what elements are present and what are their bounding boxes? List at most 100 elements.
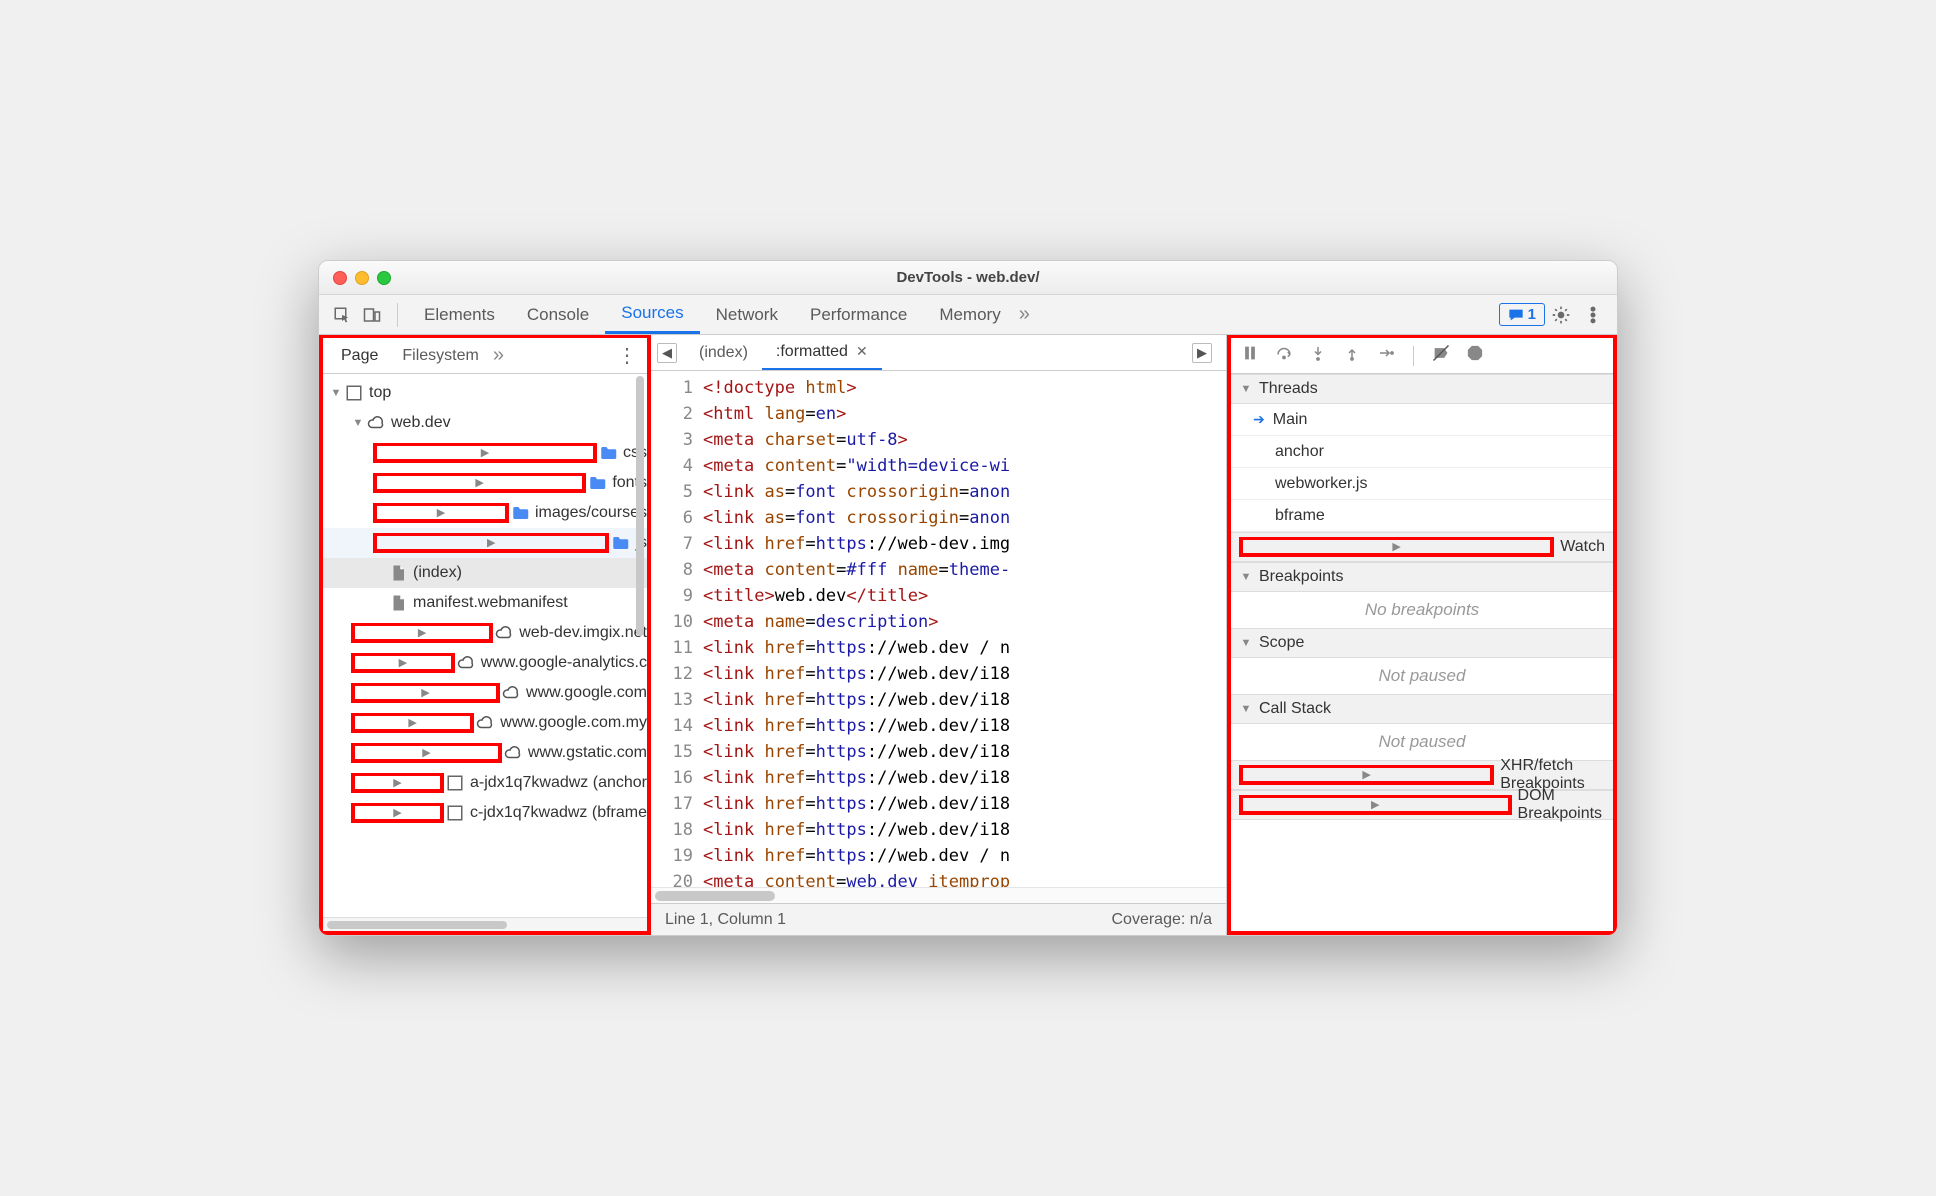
expand-arrow-icon[interactable] <box>1239 795 1512 815</box>
tab-sources[interactable]: Sources <box>605 295 699 334</box>
tree-label: web.dev <box>391 414 451 432</box>
expand-arrow-icon[interactable] <box>1239 537 1554 557</box>
navigator-menu-icon[interactable]: ⋮ <box>613 343 641 368</box>
tree-node[interactable]: www.google.com <box>323 678 647 708</box>
navigator-tab-page[interactable]: Page <box>329 338 390 373</box>
expand-arrow-icon[interactable] <box>1239 383 1253 395</box>
pause-on-exceptions-icon[interactable] <box>1466 344 1484 367</box>
expand-arrow-icon[interactable] <box>351 653 455 673</box>
settings-icon[interactable] <box>1551 305 1571 325</box>
tree-node[interactable]: top <box>323 378 647 408</box>
tree-node[interactable]: c-jdx1q7kwadwz (bframe <box>323 798 647 828</box>
step-icon[interactable] <box>1377 344 1395 367</box>
expand-arrow-icon[interactable] <box>329 387 343 399</box>
editor-horizontal-scrollbar[interactable] <box>651 887 1226 903</box>
tree-node[interactable]: manifest.webmanifest <box>323 588 647 618</box>
expand-arrow-icon[interactable] <box>351 713 474 733</box>
expand-arrow-icon[interactable] <box>373 443 597 463</box>
scrollbar-thumb[interactable] <box>327 921 507 929</box>
expand-arrow-icon[interactable] <box>351 773 444 793</box>
vertical-scrollbar[interactable] <box>633 374 647 917</box>
tree-label: web-dev.imgix.net <box>519 624 647 642</box>
tree-node[interactable]: web.dev <box>323 408 647 438</box>
tab-console[interactable]: Console <box>511 295 605 334</box>
section-header-scope[interactable]: Scope <box>1231 628 1613 658</box>
section-header-xhr-fetch-breakpoints[interactable]: XHR/fetch Breakpoints <box>1231 760 1613 790</box>
scrollbar-thumb[interactable] <box>636 376 644 636</box>
expand-arrow-icon[interactable] <box>351 623 493 643</box>
frame-icon <box>446 804 464 822</box>
issues-badge[interactable]: 1 <box>1499 303 1545 326</box>
navigator-tab-filesystem[interactable]: Filesystem <box>390 338 490 373</box>
device-toolbar-icon[interactable] <box>363 306 381 324</box>
section-title: Breakpoints <box>1259 568 1344 586</box>
step-over-icon[interactable] <box>1275 344 1293 367</box>
more-tabs-button[interactable]: » <box>1019 303 1030 326</box>
next-tab-icon[interactable]: ▶ <box>1193 344 1211 362</box>
main-menu-icon[interactable] <box>1583 305 1603 325</box>
main-tabbar: ElementsConsoleSourcesNetworkPerformance… <box>319 295 1617 335</box>
tree-label: images/courses <box>535 504 647 522</box>
tree-node[interactable]: a-jdx1q7kwadwz (anchor <box>323 768 647 798</box>
expand-arrow-icon[interactable] <box>373 503 509 523</box>
expand-arrow-icon[interactable] <box>1239 703 1253 715</box>
expand-arrow-icon[interactable] <box>351 743 502 763</box>
zoom-window-button[interactable] <box>377 271 391 285</box>
tree-node[interactable]: css <box>323 438 647 468</box>
pause-icon[interactable] <box>1241 344 1259 367</box>
section-header-threads[interactable]: Threads <box>1231 374 1613 404</box>
tree-node[interactable]: js <box>323 528 647 558</box>
file-tree[interactable]: top web.dev cssfonts images/courses js(index… <box>323 374 647 917</box>
expand-arrow-icon[interactable] <box>351 683 500 703</box>
tree-node[interactable]: web-dev.imgix.net <box>323 618 647 648</box>
thread-label: webworker.js <box>1275 475 1367 493</box>
deactivate-breakpoints-icon[interactable] <box>1432 344 1450 367</box>
expand-arrow-icon[interactable] <box>351 417 365 429</box>
thread-item[interactable]: anchor <box>1231 436 1613 468</box>
tree-node[interactable]: www.google-analytics.c <box>323 648 647 678</box>
tab-memory[interactable]: Memory <box>923 295 1016 334</box>
tree-label: www.google.com.my <box>500 714 647 732</box>
expand-arrow-icon[interactable] <box>351 803 444 823</box>
scrollbar-thumb[interactable] <box>655 891 775 901</box>
section-header-watch[interactable]: Watch <box>1231 532 1613 562</box>
tab-elements[interactable]: Elements <box>408 295 511 334</box>
expand-arrow-icon[interactable] <box>373 533 609 553</box>
tab-performance[interactable]: Performance <box>794 295 923 334</box>
thread-item[interactable]: webworker.js <box>1231 468 1613 500</box>
navigator-more-tabs[interactable]: » <box>493 344 504 367</box>
expand-arrow-icon[interactable] <box>1239 637 1253 649</box>
thread-item[interactable]: ➔Main <box>1231 404 1613 436</box>
expand-arrow-icon[interactable] <box>1239 765 1494 785</box>
tree-label: manifest.webmanifest <box>413 594 568 612</box>
horizontal-scrollbar[interactable] <box>323 917 647 931</box>
step-into-icon[interactable] <box>1309 344 1327 367</box>
expand-arrow-icon[interactable] <box>373 473 586 493</box>
code-content[interactable]: <!doctype html><html lang=en> <meta char… <box>703 371 1226 887</box>
minimize-window-button[interactable] <box>355 271 369 285</box>
expand-arrow-icon[interactable] <box>1239 571 1253 583</box>
thread-item[interactable]: bframe <box>1231 500 1613 532</box>
tree-node[interactable]: images/courses <box>323 498 647 528</box>
tab-label: :formatted <box>776 343 848 361</box>
prev-tab-icon[interactable]: ◀ <box>658 344 676 362</box>
tree-node[interactable]: www.gstatic.com <box>323 738 647 768</box>
tree-node[interactable]: (index) <box>323 558 647 588</box>
tree-node[interactable]: www.google.com.my <box>323 708 647 738</box>
close-tab-icon[interactable]: ✕ <box>856 343 868 360</box>
step-out-icon[interactable] <box>1343 344 1361 367</box>
inspect-element-icon[interactable] <box>333 306 351 324</box>
code-editor[interactable]: 1234567891011121314151617181920 <!doctyp… <box>651 371 1226 887</box>
editor-tab[interactable]: (index) <box>685 335 762 370</box>
debugger-panel: Threads➔Mainanchor webworker.js bframeWatc… <box>1227 335 1617 935</box>
section-header-dom-breakpoints[interactable]: DOM Breakpoints <box>1231 790 1613 820</box>
section-header-breakpoints[interactable]: Breakpoints <box>1231 562 1613 592</box>
close-window-button[interactable] <box>333 271 347 285</box>
tree-node[interactable]: fonts <box>323 468 647 498</box>
editor-panel: ◀ (index) :formatted ✕ ▶ 12345678910111213… <box>651 335 1227 935</box>
editor-tab[interactable]: :formatted ✕ <box>762 335 882 370</box>
section-header-call-stack[interactable]: Call Stack <box>1231 694 1613 724</box>
current-arrow-icon: ➔ <box>1253 411 1265 428</box>
navigator-tabs: PageFilesystem » ⋮ <box>323 338 647 374</box>
tab-network[interactable]: Network <box>700 295 794 334</box>
